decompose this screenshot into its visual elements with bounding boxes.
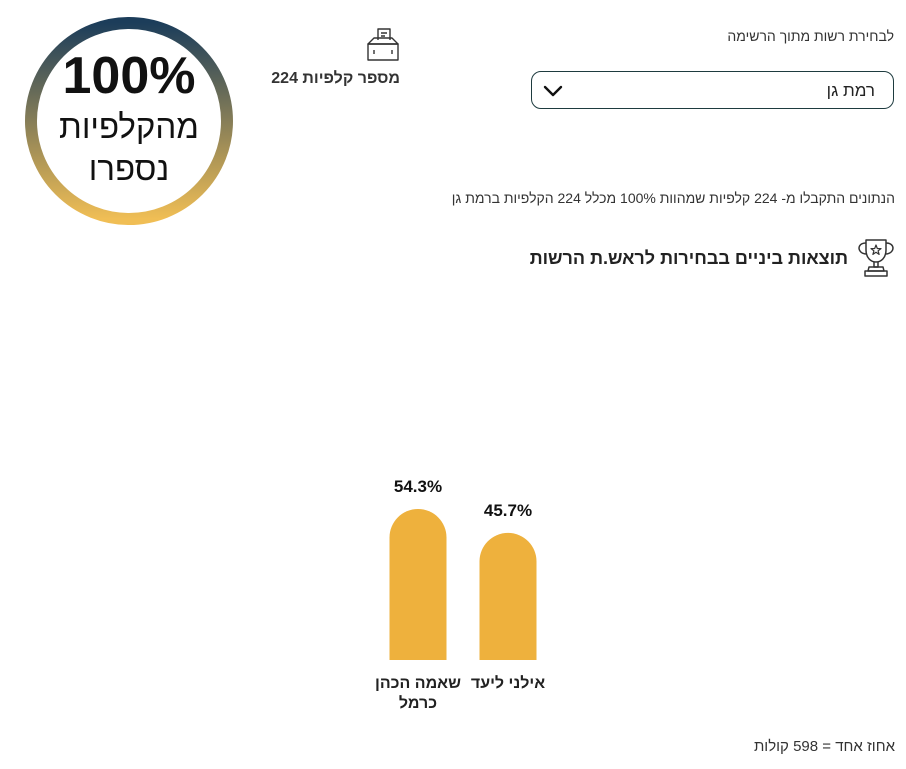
bar-value-label: 54.3% xyxy=(393,477,443,496)
municipality-select[interactable]: רמת גן xyxy=(531,71,894,109)
gauge-caption: מהקלפיות נספרו xyxy=(59,108,199,187)
counted-gauge: 100% מהקלפיות נספרו xyxy=(24,16,234,226)
section-title: תוצאות ביניים בבחירות לראש.ת הרשות xyxy=(529,248,848,268)
ballot-box-icon xyxy=(367,28,399,61)
ballot-count: מספר קלפיות 224 xyxy=(271,70,400,87)
bar-2 xyxy=(479,532,537,660)
bar-1 xyxy=(389,509,447,660)
footnote: אחוז אחד = 598 קולות xyxy=(753,738,895,755)
data-source-info: הנתונים התקבלו מ- 224 קלפיות שמהוות 100%… xyxy=(451,190,895,206)
bar-value-label: 45.7% xyxy=(483,500,533,520)
chevron-down-icon[interactable] xyxy=(542,84,564,98)
bar-category-label: אילני ליעד xyxy=(470,675,546,692)
select-value: רמת גן xyxy=(826,81,875,100)
select-label: לבחירת רשות מתוך הרשימה xyxy=(727,28,894,44)
gauge-percent: 100% xyxy=(62,47,196,105)
trophy-icon xyxy=(858,239,894,277)
